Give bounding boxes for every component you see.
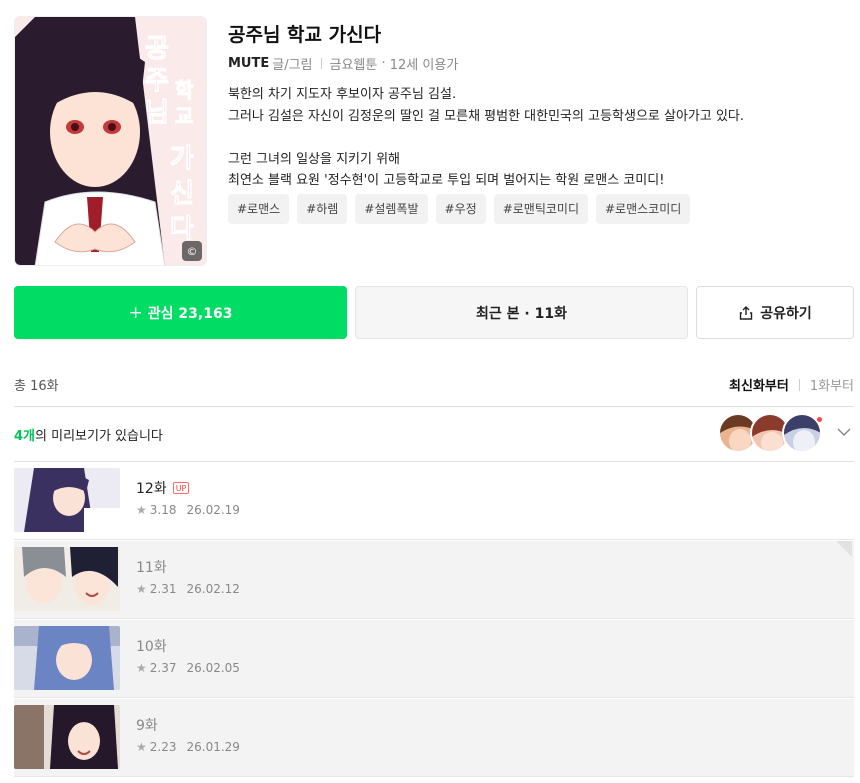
episode-thumbnail [14,626,120,690]
svg-text:학: 학 [175,78,194,102]
new-dot-indicator [816,416,823,423]
episode-row[interactable]: 9화 ★ 2.23 26.01.29 [14,699,854,777]
webtoon-title: 공주님 학교 가신다 [228,24,382,46]
synopsis: 북한의 차기 지도자 후보이자 공주님 김설. 그러나 김설은 자신이 김정운의… [228,84,828,192]
episode-row[interactable]: 12화 UP ★ 3.18 26.02.19 [14,462,854,540]
episode-title: 12화 UP [136,478,190,498]
episode-title-text: 12화 [136,481,167,497]
svg-text:다: 다 [170,214,194,244]
episode-thumbnail [14,468,120,532]
preview-text: 4개의 미리보기가 있습니다 [14,425,163,444]
cover-badge-icon: © [182,241,202,261]
star-icon: ★ [136,582,147,596]
episode-thumbnail [14,705,120,769]
episode-date: 26.01.29 [186,740,240,754]
episode-rating: 3.18 [149,503,177,517]
svg-text:가: 가 [170,144,194,174]
star-icon: ★ [136,661,147,675]
subscribe-label: 관심 23,163 [147,305,233,322]
svg-text:교: 교 [175,104,193,128]
episode-date: 26.02.19 [186,503,240,517]
chevron-down-icon[interactable] [836,424,852,440]
tag-list: #로맨스 #하렘 #설렘폭발 #우정 #로맨틱코미디 #로맨스코미디 [228,194,691,224]
svg-text:주: 주 [145,66,169,96]
episode-info: ★ 2.31 26.02.12 [136,582,240,596]
recent-viewed-label: 최근 본 · 11화 [476,305,567,322]
synopsis-line [228,127,828,149]
star-icon: ★ [136,503,147,517]
sort-options: 최신화부터 1화부터 [729,375,854,394]
episode-row[interactable]: 11화 ★ 2.31 26.02.12 [14,541,854,619]
episode-thumbnail-art [14,705,120,769]
episode-date: 26.02.12 [186,582,240,596]
preview-banner[interactable]: 4개의 미리보기가 있습니다 [14,407,854,461]
episode-title: 11화 [136,557,167,577]
episode-thumbnail-art [14,468,120,532]
preview-label: 의 미리보기가 있습니다 [35,428,163,444]
publish-day: 금요웹툰 [329,58,378,73]
episode-title-text: 9화 [136,718,158,734]
cover-illustration: 공 주 님 학 교 가 신 다 [15,17,206,265]
episode-thumbnail [14,547,120,611]
preview-count: 4개 [14,428,36,444]
recent-viewed-button[interactable]: 최근 본 · 11화 [355,286,688,339]
synopsis-line: 그런 그녀의 일상을 지키기 위해 [228,151,401,167]
episode-title: 9화 [136,715,158,735]
age-rating: 12세 이용가 [389,58,459,73]
tag-chip[interactable]: #로맨스 [228,194,290,224]
subscribe-button[interactable]: + 관심 23,163 [14,286,347,339]
episode-total: 총 16화 [14,379,59,394]
episode-thumbnail-art [14,626,120,690]
share-label: 공유하기 [760,305,812,322]
sort-divider [798,378,800,391]
meta-divider [320,58,322,69]
sort-newest-button[interactable]: 최신화부터 [729,375,789,394]
episode-title: 10화 [136,636,167,656]
episode-title-text: 10화 [136,639,167,655]
sort-first-button[interactable]: 1화부터 [810,375,854,394]
episode-thumbnail-art [14,547,120,611]
tag-chip[interactable]: #로맨스코미디 [595,194,691,224]
webtoon-meta: MUTE 글/그림 금요웹툰 · 12세 이용가 [228,54,458,73]
episode-rating: 2.37 [149,661,177,675]
preview-avatars [718,413,822,453]
episode-info: ★ 2.37 26.02.05 [136,661,240,675]
bookmark-icon [836,541,852,557]
episode-rating: 2.23 [149,740,177,754]
synopsis-line: 최연소 블랙 요원 '정수현'이 고등학교로 투입 되며 벌어지는 학원 로맨스… [228,173,665,188]
share-button[interactable]: 공유하기 [696,286,854,339]
synopsis-line: 그러나 김설은 자신이 김정운의 딸인 걸 모른채 평범한 대한민국의 고등학생… [228,108,745,124]
svg-text:신: 신 [170,179,194,209]
author-name[interactable]: MUTE [228,56,269,71]
episode-date: 26.02.05 [186,661,240,675]
tag-chip[interactable]: #로맨틱코미디 [493,194,588,224]
episode-info: ★ 2.23 26.01.29 [136,740,240,754]
synopsis-line: 북한의 차기 지도자 후보이자 공주님 김설. [228,87,457,102]
author-role: 글/그림 [272,58,313,73]
star-icon: ★ [136,740,147,754]
tag-chip[interactable]: #우정 [435,194,486,224]
tag-chip[interactable]: #하렘 [297,194,348,224]
up-badge: UP [172,482,190,494]
episode-title-text: 11화 [136,560,167,576]
episode-row[interactable]: 10화 ★ 2.37 26.02.05 [14,620,854,698]
svg-text:님: 님 [145,98,169,128]
episode-rating: 2.31 [149,582,177,596]
tag-chip[interactable]: #설렘폭발 [355,194,428,224]
share-icon [740,305,753,320]
episode-info: ★ 3.18 26.02.19 [136,503,240,517]
meta-dot: · [377,56,390,71]
cover-image: 공 주 님 학 교 가 신 다 © [14,16,207,266]
svg-text:공: 공 [145,34,169,64]
plus-icon: + [128,302,143,323]
